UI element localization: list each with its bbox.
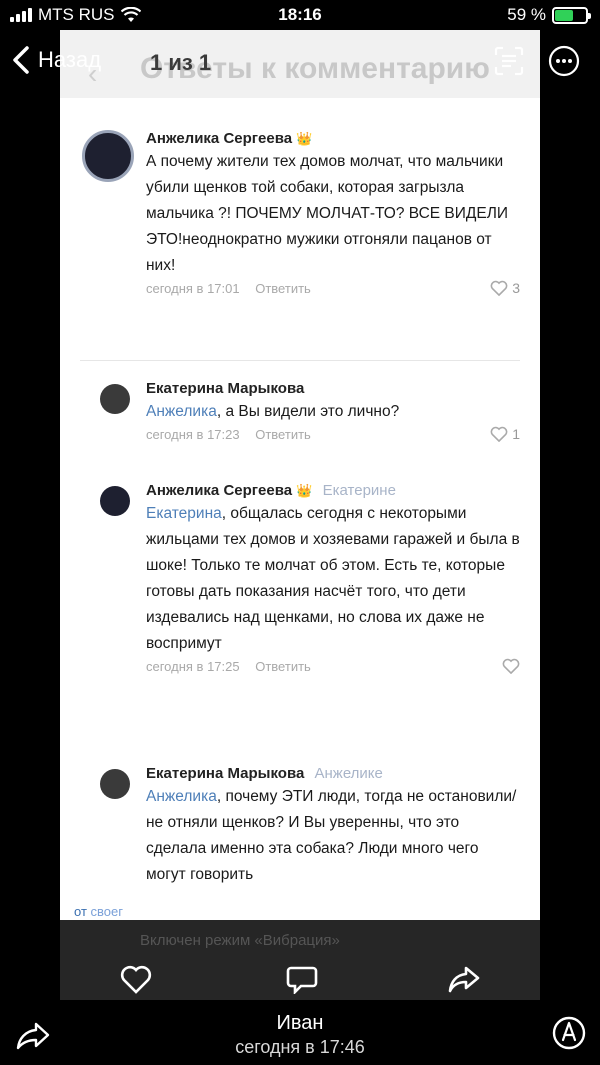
comment-meta: сегодня в 17:01 Ответить 3 [146, 280, 522, 301]
viewer-footer: Иван сегодня в 17:46 [0, 1000, 600, 1065]
heart-icon [490, 280, 508, 296]
reply-link: Ответить [255, 281, 311, 296]
comment-author: Анжелика Сергеева 👑 Екатерине [146, 482, 522, 499]
status-bar: MTS RUS 18:16 59 % [0, 0, 600, 30]
mention-link: Анжелика [146, 403, 217, 420]
more-icon[interactable] [548, 45, 580, 77]
comment-body: Анжелика Сергеева 👑 Екатерине Екатерина,… [146, 482, 522, 679]
author-name: Екатерина Марыкова [146, 765, 305, 782]
reply-link: Ответить [255, 659, 311, 674]
comment-item: Екатерина Марыкова Анжелика, а Вы видели… [60, 380, 540, 470]
like-count: 1 [512, 426, 520, 442]
toast-source-name: своег [90, 904, 123, 919]
heart-icon [502, 658, 520, 674]
like-counter: 1 [490, 426, 520, 442]
battery-icon [552, 6, 591, 24]
viewer-top-nav: Назад 1 из 1 [0, 38, 600, 88]
like-counter: 3 [490, 280, 520, 296]
sender-name: Иван [276, 1012, 324, 1034]
avatar [100, 384, 130, 414]
comment-text: Анжелика, а Вы видели это лично? [146, 399, 522, 425]
author-name: Анжелика Сергеева [146, 482, 293, 499]
comment-body: Анжелика Сергеева 👑 А почему жители тех … [146, 130, 522, 301]
toast-source: от своег [74, 904, 123, 919]
back-label: Назад [38, 47, 102, 72]
battery-level [555, 9, 573, 21]
reply-to: Анжелике [314, 765, 383, 782]
comment-item: Анжелика Сергеева 👑 А почему жители тех … [60, 130, 540, 360]
battery-percent: 59 % [507, 5, 546, 24]
comment-text-rest: , а Вы видели это лично? [216, 403, 400, 420]
action-bar [0, 950, 600, 1000]
divider [80, 360, 520, 361]
sent-timestamp: сегодня в 17:46 [235, 1037, 365, 1057]
crown-icon: 👑 [296, 131, 313, 146]
comment-author: Екатерина Марыкова [146, 380, 305, 397]
comment-text: Екатерина, общалась сегодня с некоторыми… [146, 501, 522, 657]
avatar [100, 486, 130, 516]
reply-link: Ответить [255, 427, 311, 442]
comment-author: Екатерина Марыкова Анжелике [146, 765, 522, 782]
heart-icon [490, 426, 508, 442]
comment-body: Екатерина Марыкова Анжелика, а Вы видели… [146, 380, 522, 447]
heart-icon[interactable] [120, 964, 152, 994]
back-button[interactable]: Назад [12, 46, 101, 74]
comment-item: Екатерина Марыкова Анжелике Анжелика, по… [60, 765, 540, 925]
mention-link: Екатерина [146, 505, 222, 522]
live-text-icon[interactable] [494, 46, 524, 76]
comment-author: Анжелика Сергеева 👑 [146, 130, 522, 147]
toast-from: от [74, 904, 87, 919]
viewed-screenshot: ‹ Ответы к комментарию Анжелика Сергеева… [60, 30, 540, 1005]
comment-text: А почему жители тех домов молчат, что ма… [146, 153, 509, 274]
comment-text: Анжелика, почему ЭТИ люди, тогда не оста… [146, 784, 522, 888]
reply-to: Екатерине [322, 482, 396, 499]
toast-text: Включен режим «Вибрация» [140, 932, 340, 949]
chevron-left-icon [13, 46, 29, 74]
comment-icon[interactable] [286, 964, 318, 994]
image-counter: 1 из 1 [150, 50, 212, 75]
comment-text-rest: , общалась сегодня с некоторыми жильцами… [146, 505, 520, 652]
crown-icon: 👑 [296, 483, 313, 498]
comment-time: сегодня в 17:25 [146, 659, 240, 674]
comment-meta: сегодня в 17:25 Ответить [146, 658, 522, 679]
comment-body: Екатерина Марыкова Анжелике Анжелика, по… [146, 765, 522, 888]
comment-time: сегодня в 17:01 [146, 281, 240, 296]
markup-icon[interactable] [552, 1016, 586, 1050]
like-counter [502, 658, 520, 674]
comment-time: сегодня в 17:23 [146, 427, 240, 442]
status-right: 59 % [507, 5, 591, 25]
author-name: Анжелика Сергеева [146, 130, 293, 147]
repost-icon[interactable] [448, 964, 480, 994]
like-count: 3 [512, 280, 520, 296]
comment-item: Анжелика Сергеева 👑 Екатерине Екатерина,… [60, 482, 540, 742]
comment-meta: сегодня в 17:23 Ответить 1 [146, 426, 522, 447]
mention-link: Анжелика [146, 788, 217, 805]
avatar [100, 769, 130, 799]
avatar [82, 130, 134, 182]
